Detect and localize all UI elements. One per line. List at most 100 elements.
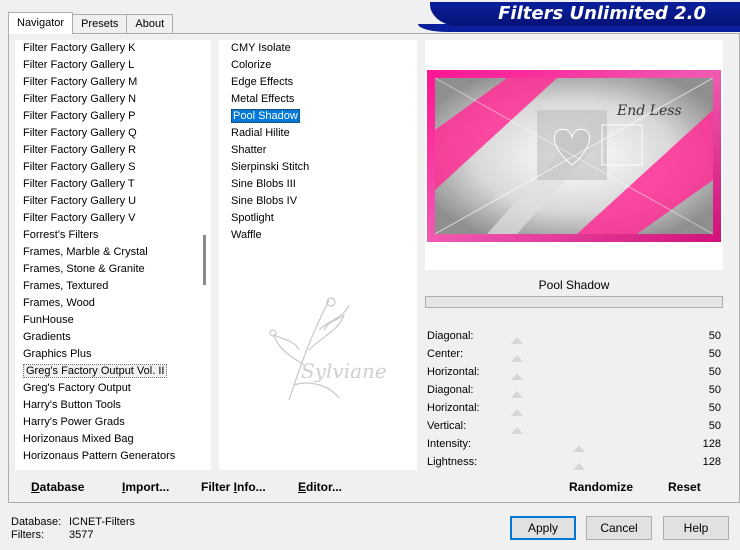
category-item[interactable]: Frames, Textured [15,278,211,295]
filter-item[interactable]: Sierpinski Stitch [219,159,417,176]
app-title-banner: Filters Unlimited 2.0 [430,2,740,26]
slider-thumb[interactable] [510,373,523,380]
tab-presets[interactable]: Presets [72,14,128,34]
category-item-label: FunHouse [23,314,74,326]
slider-track[interactable] [475,360,683,362]
slider-thumb[interactable] [510,391,523,398]
category-item[interactable]: FunHouse [15,312,211,329]
filter-item[interactable]: Colorize [219,57,417,74]
slider-thumb[interactable] [510,427,523,434]
filter-item[interactable]: Metal Effects [219,91,417,108]
tab-navigator[interactable]: Navigator [8,12,74,34]
tab-about[interactable]: About [126,14,174,34]
category-item-label: Filter Factory Gallery T [23,178,135,190]
slider-track[interactable] [475,432,683,434]
category-item[interactable]: Filter Factory Gallery M [15,74,211,91]
database-button[interactable]: Database [31,480,84,494]
category-item-label: Filter Factory Gallery Q [23,127,137,139]
filter-item-label: Sine Blobs III [231,178,296,190]
slider-thumb[interactable] [510,337,523,344]
filter-info-button[interactable]: Filter Info... [201,480,266,494]
category-item[interactable]: Filter Factory Gallery Q [15,125,211,142]
cancel-button[interactable]: Cancel [586,516,652,540]
category-item[interactable]: Filter Factory Gallery U [15,193,211,210]
slider-thumb[interactable] [510,355,523,362]
filters-count: 3577 [69,529,94,541]
filter-item-label: Sierpinski Stitch [231,161,310,173]
preview-artwork: End Less [427,70,721,242]
category-item[interactable]: Filter Factory Gallery K [15,40,211,57]
category-item[interactable]: Filter Factory Gallery T [15,176,211,193]
slider-track[interactable] [475,396,683,398]
editor-button[interactable]: Editor... [298,480,342,494]
category-scrollbar-thumb[interactable] [203,235,206,285]
category-item[interactable]: Harry's Button Tools [15,397,211,414]
filter-item[interactable]: Shatter [219,142,417,159]
slider-label: Diagonal: [427,330,474,342]
slider-label: Intensity: [427,438,472,450]
filter-list[interactable]: CMY Isolate Colorize Edge Effects Metal Eff… [219,40,417,470]
category-item[interactable]: Filter Factory Gallery P [15,108,211,125]
filter-item[interactable]: Waffle [219,227,417,244]
category-item-label: Filter Factory Gallery N [23,93,137,105]
category-item[interactable]: Horizonaus Pattern Generators [15,448,211,465]
category-scrollbar[interactable] [200,40,210,470]
slider-thumb[interactable] [510,409,523,416]
slider-row: Horizontal: 50 [425,364,723,382]
filter-item[interactable]: Pool Shadow [219,108,417,125]
category-item[interactable]: Filter Factory Gallery L [15,57,211,74]
reset-button[interactable]: Reset [668,480,701,494]
category-item[interactable]: Filter Factory Gallery N [15,91,211,108]
slider-value: 50 [708,384,721,396]
category-list[interactable]: Filter Factory Gallery K Filter Factory G… [15,40,211,470]
slider-thumb[interactable] [573,445,585,452]
apply-button[interactable]: Apply [510,516,576,540]
filter-item[interactable]: Spotlight [219,210,417,227]
filter-item[interactable]: Edge Effects [219,74,417,91]
category-item[interactable]: Gradients [15,329,211,346]
slider-track[interactable] [475,414,683,416]
category-item[interactable]: Frames, Wood [15,295,211,312]
database-value: ICNET-Filters [69,516,135,528]
category-item[interactable]: Filter Factory Gallery S [15,159,211,176]
category-item[interactable]: Greg's Factory Output Vol. II [15,363,211,380]
category-item[interactable]: Harry's Power Grads [15,414,211,431]
category-item[interactable]: Horizonaus Mixed Bag [15,431,211,448]
category-item-label: Filter Factory Gallery V [23,212,136,224]
category-item-label: Gradients [23,331,71,343]
category-item-label: Harry's Power Grads [23,416,125,428]
category-item[interactable]: Frames, Stone & Granite [15,261,211,278]
category-item[interactable]: Filter Factory Gallery R [15,142,211,159]
filter-item[interactable]: Radial Hilite [219,125,417,142]
slider-value: 50 [708,348,721,360]
category-item[interactable]: Graphics Plus [15,346,211,363]
filter-item-label: Pool Shadow [231,109,300,123]
category-item[interactable]: Greg's Factory Output [15,380,211,397]
category-item-label: Harry's Button Tools [23,399,121,411]
preview-area: End Less [425,40,723,270]
category-item-label: Filter Factory Gallery P [23,110,136,122]
filter-item[interactable]: Sine Blobs IV [219,193,417,210]
slider-row: Lightness: 128 [425,454,723,472]
category-item-label: Frames, Wood [23,297,95,309]
import-button[interactable]: Import... [122,480,169,494]
category-item[interactable]: Filter Factory Gallery V [15,210,211,227]
slider-track[interactable] [475,342,683,344]
help-button[interactable]: Help [663,516,729,540]
slider-value: 50 [708,420,721,432]
preview-image: End Less [427,70,721,242]
filter-item[interactable]: Sine Blobs III [219,176,417,193]
slider-row: Vertical: 50 [425,418,723,436]
category-item[interactable]: Frames, Marble & Crystal [15,244,211,261]
slider-thumb[interactable] [573,463,585,470]
filters-label: Filters: [11,529,44,541]
filter-item-label: Edge Effects [231,76,294,88]
randomize-button[interactable]: Randomize [569,480,633,494]
filter-item-label: Metal Effects [231,93,295,105]
slider-row: Center: 50 [425,346,723,364]
category-item[interactable]: Forrest's Filters [15,227,211,244]
slider-value: 50 [708,366,721,378]
filter-item[interactable]: CMY Isolate [219,40,417,57]
slider-track[interactable] [475,378,683,380]
filter-item-label: Radial Hilite [231,127,290,139]
